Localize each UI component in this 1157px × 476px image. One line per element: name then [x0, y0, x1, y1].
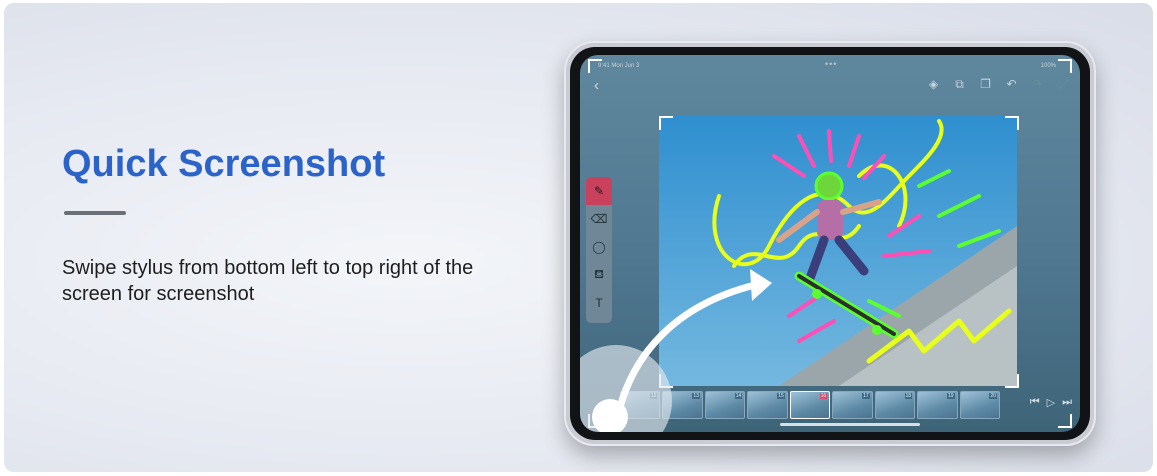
tablet-screen: 9:41 Mon Jun 3 ••• 100% ‹ ◈ ⧉ ❐ ↶ ↷ ⤢ ✎ … — [580, 55, 1080, 432]
tablet-bezel: 9:41 Mon Jun 3 ••• 100% ‹ ◈ ⧉ ❐ ↶ ↷ ⤢ ✎ … — [570, 47, 1090, 440]
swipe-arrow-icon — [614, 269, 772, 419]
feature-card: Quick Screenshot Swipe stylus from botto… — [4, 3, 1153, 472]
tablet-device: 9:41 Mon Jun 3 ••• 100% ‹ ◈ ⧉ ❐ ↶ ↷ ⤢ ✎ … — [564, 41, 1096, 446]
feature-description: Swipe stylus from bottom left to top rig… — [62, 257, 474, 305]
title-divider — [64, 211, 126, 215]
feature-title: Quick Screenshot — [62, 143, 386, 185]
